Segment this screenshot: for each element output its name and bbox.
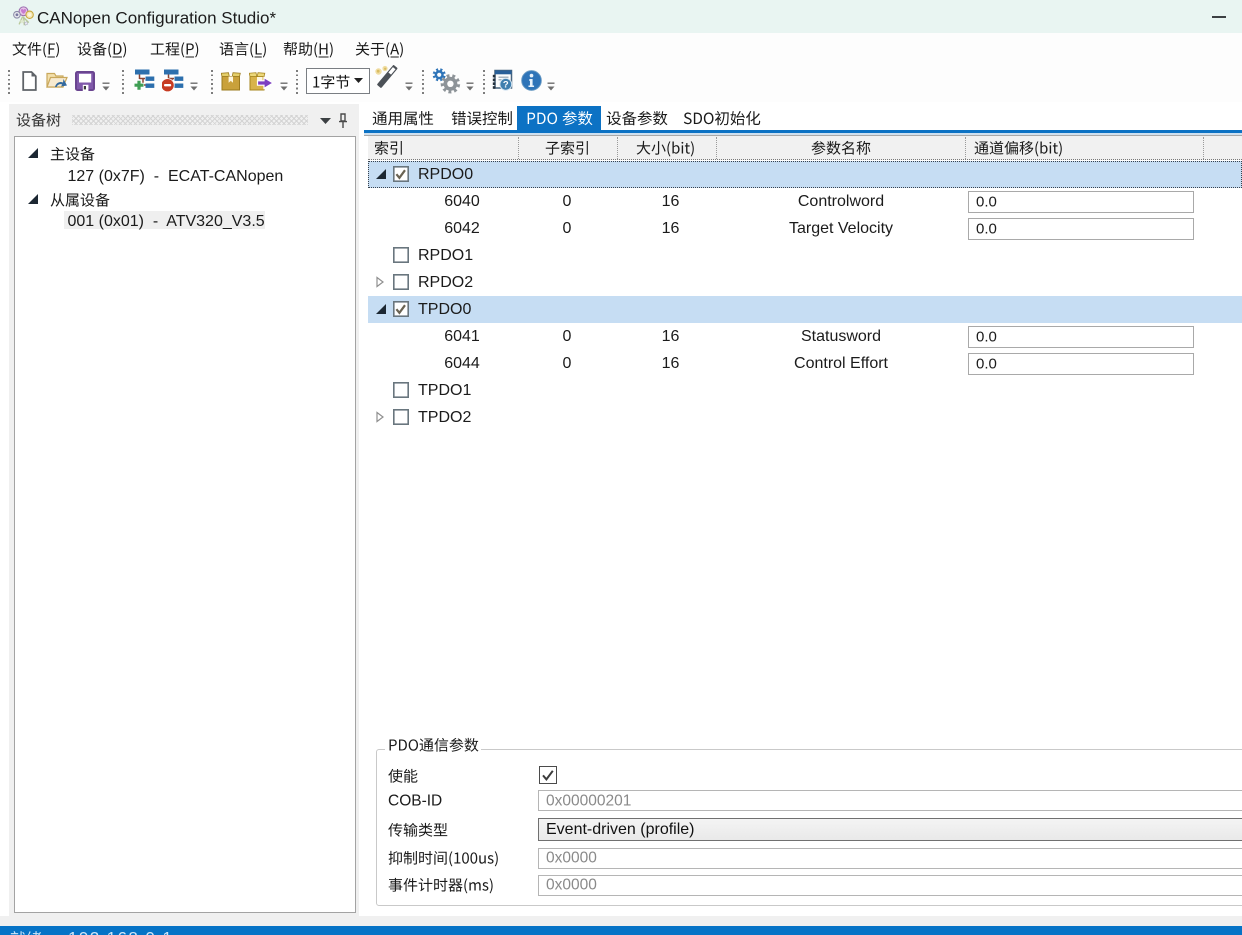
svg-text:?: ? [503, 80, 509, 91]
